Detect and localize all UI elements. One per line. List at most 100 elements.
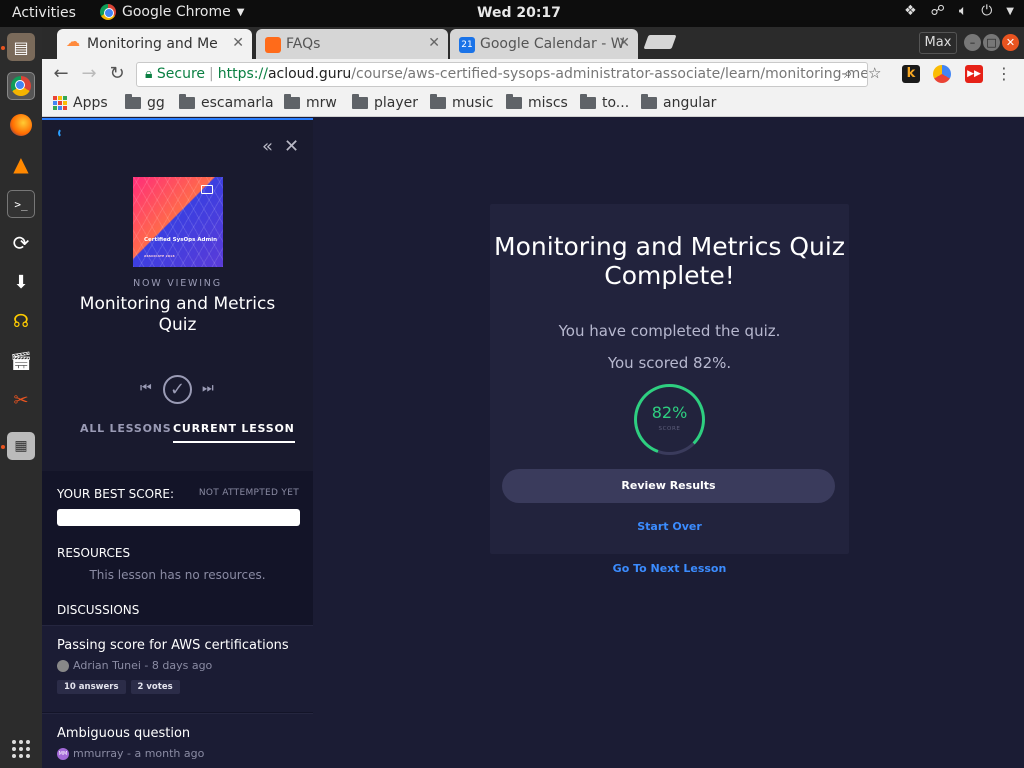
vlc-app-icon[interactable]: ▲ bbox=[7, 150, 35, 178]
minimize-window-icon[interactable]: – bbox=[964, 34, 981, 51]
bookmark-folder-escamarla[interactable]: escamarla bbox=[179, 94, 274, 111]
back-arrow-icon[interactable]: ← bbox=[50, 63, 72, 85]
tab-faqs[interactable]: FAQs ✕ bbox=[256, 29, 448, 59]
terminal-app-icon[interactable]: >_ bbox=[7, 190, 35, 218]
lock-icon: 🔒︎ bbox=[145, 66, 153, 82]
collapse-sidebar-icon[interactable]: « bbox=[262, 136, 273, 157]
reload-icon[interactable]: ↻ bbox=[106, 63, 128, 85]
page-content: « ✕ Certified SysOps Admin ASSOCIATE 201… bbox=[42, 118, 1024, 768]
maximize-window-icon[interactable]: □ bbox=[983, 34, 1000, 51]
bookmark-label: Apps bbox=[73, 95, 108, 111]
tab-current-lesson[interactable]: CURRENT LESSON bbox=[173, 422, 295, 443]
discussion-item[interactable]: Ambiguous question MM mmurray - a month … bbox=[42, 713, 313, 768]
bookmark-folder-gg[interactable]: gg bbox=[125, 94, 165, 111]
forward-arrow-icon[interactable]: → bbox=[78, 63, 100, 85]
best-score-row: YOUR BEST SCORE: NOT ATTEMPTED YET bbox=[57, 487, 299, 501]
folder-icon bbox=[641, 94, 657, 109]
best-score-label: YOUR BEST SCORE: bbox=[57, 487, 175, 501]
chrome-tab-strip: ☁ Monitoring and Me ✕ FAQs ✕ 21 Google C… bbox=[42, 27, 1024, 59]
bookmark-label: mrw bbox=[306, 95, 337, 111]
chevron-down-icon[interactable]: ▼ bbox=[1006, 6, 1014, 17]
url-host: acloud.guru bbox=[267, 66, 352, 82]
software-updater-icon[interactable]: ⟳ bbox=[7, 229, 35, 257]
chrome-menu-icon[interactable]: ⋮ bbox=[996, 64, 1012, 83]
best-score-value: NOT ATTEMPTED YET bbox=[198, 488, 299, 498]
tab-all-lessons[interactable]: ALL LESSONS bbox=[80, 422, 172, 435]
firefox-app-icon[interactable] bbox=[7, 111, 35, 139]
review-results-button[interactable]: Review Results bbox=[502, 469, 835, 503]
dropbox-icon[interactable]: ❖ bbox=[904, 3, 917, 19]
extension-k-icon[interactable]: k bbox=[902, 65, 920, 83]
bookmark-folder-to[interactable]: to... bbox=[580, 94, 630, 111]
score-ring-value: 82% bbox=[651, 403, 688, 422]
bookmark-star-icon[interactable]: ☆ bbox=[868, 64, 881, 82]
thumbnail-subtitle: ASSOCIATE 2018 bbox=[144, 254, 175, 258]
bookmark-apps[interactable]: Apps bbox=[53, 95, 108, 111]
current-lesson-title: Monitoring and Metrics Quiz bbox=[79, 294, 276, 335]
url-path: /course/aws-certified-sysops-administrat… bbox=[351, 66, 868, 82]
quiz-complete-heading: Monitoring and Metrics Quiz Complete! bbox=[494, 232, 845, 290]
bookmark-folder-music[interactable]: music bbox=[430, 94, 493, 111]
score-message: You scored 82%. bbox=[607, 354, 732, 372]
close-tab-icon[interactable]: ✕ bbox=[618, 35, 630, 51]
close-sidebar-icon[interactable]: ✕ bbox=[284, 136, 299, 157]
system-tray[interactable]: ❖ ☍ 🔈︎ ⏻ ▼ bbox=[904, 3, 1014, 19]
next-lesson-link[interactable]: Go To Next Lesson bbox=[490, 562, 849, 575]
running-indicator bbox=[1, 445, 5, 449]
mark-complete-check-icon[interactable]: ✓ bbox=[163, 375, 192, 404]
discussion-title[interactable]: Ambiguous question bbox=[57, 726, 190, 741]
discussion-item[interactable]: Passing score for AWS certifications Adr… bbox=[42, 625, 313, 712]
settings-tools-icon[interactable]: ✂ bbox=[7, 386, 35, 414]
app-menu-label: Google Chrome bbox=[122, 4, 231, 20]
close-tab-icon[interactable]: ✕ bbox=[428, 35, 440, 51]
tab-monitoring[interactable]: ☁ Monitoring and Me ✕ bbox=[57, 29, 252, 59]
completed-message: You have completed the quiz. bbox=[558, 322, 781, 340]
new-tab-button[interactable] bbox=[643, 35, 677, 49]
bookmark-label: to... bbox=[602, 95, 630, 111]
tab-google-calendar[interactable]: 21 Google Calendar - W ✕ bbox=[450, 29, 638, 59]
bookmark-folder-angular[interactable]: angular bbox=[641, 94, 717, 111]
loading-spinner-icon bbox=[58, 128, 68, 138]
quiz-complete-card: Monitoring and Metrics Quiz Complete! Yo… bbox=[490, 204, 849, 554]
volume-icon[interactable]: 🔈︎ bbox=[959, 3, 967, 19]
show-applications-icon[interactable] bbox=[12, 740, 30, 758]
lesson-sidebar: « ✕ Certified SysOps Admin ASSOCIATE 201… bbox=[42, 118, 313, 768]
bookmark-folder-mrw[interactable]: mrw bbox=[284, 94, 337, 111]
extension-youtube-icon[interactable]: ▶▶ bbox=[965, 65, 983, 83]
files-app-icon[interactable]: ▤ bbox=[7, 33, 35, 61]
cube-icon bbox=[265, 37, 281, 53]
bookmark-folder-miscs[interactable]: miscs bbox=[506, 94, 568, 111]
start-over-link[interactable]: Start Over bbox=[490, 520, 849, 533]
discussion-title[interactable]: Passing score for AWS certifications bbox=[57, 638, 289, 653]
folder-icon bbox=[284, 94, 300, 109]
next-lesson-icon[interactable]: ⏭ bbox=[202, 381, 214, 396]
discussion-author-date: Adrian Tunei - 8 days ago bbox=[73, 659, 213, 672]
course-thumbnail[interactable]: Certified SysOps Admin ASSOCIATE 2018 bbox=[133, 177, 223, 267]
video-editor-icon[interactable]: 🎬︎ bbox=[7, 347, 35, 375]
close-tab-icon[interactable]: ✕ bbox=[232, 35, 244, 51]
zoom-icon[interactable]: ⌕ bbox=[844, 64, 852, 82]
bookmarks-bar: Apps gg escamarla mrw player music miscs… bbox=[42, 90, 1024, 117]
chrome-app-icon[interactable] bbox=[7, 72, 35, 100]
bookmark-folder-player[interactable]: player bbox=[352, 94, 418, 111]
score-ring: 82% SCORE bbox=[634, 384, 705, 455]
previous-lesson-icon[interactable]: ⏮ bbox=[140, 381, 152, 396]
tab-title: Monitoring and Me bbox=[87, 36, 218, 52]
bookmark-label: angular bbox=[663, 95, 717, 111]
clock[interactable]: Wed 20:17 bbox=[477, 5, 561, 21]
transmission-app-icon[interactable]: ⬇ bbox=[7, 268, 35, 296]
address-bar[interactable]: 🔒︎ Secure | https://acloud.guru/course/aws… bbox=[136, 62, 868, 87]
activities-button[interactable]: Activities bbox=[12, 5, 76, 21]
power-icon[interactable]: ⏻ bbox=[981, 3, 992, 19]
extension-color-icon[interactable] bbox=[933, 65, 951, 83]
calculator-app-icon[interactable]: ▦ bbox=[7, 432, 35, 460]
headphones-app-icon[interactable]: ☊ bbox=[7, 307, 35, 335]
profile-button[interactable]: Max bbox=[919, 32, 957, 54]
close-window-icon[interactable]: ✕ bbox=[1002, 34, 1019, 51]
score-ring-label: SCORE bbox=[658, 426, 681, 432]
network-icon[interactable]: ☍ bbox=[931, 3, 945, 19]
app-menu[interactable]: Google Chrome ▼ bbox=[100, 4, 244, 20]
discussions-heading: DISCUSSIONS bbox=[57, 603, 140, 617]
avatar bbox=[57, 659, 69, 672]
thumbnail-title: Certified SysOps Admin bbox=[144, 237, 217, 243]
